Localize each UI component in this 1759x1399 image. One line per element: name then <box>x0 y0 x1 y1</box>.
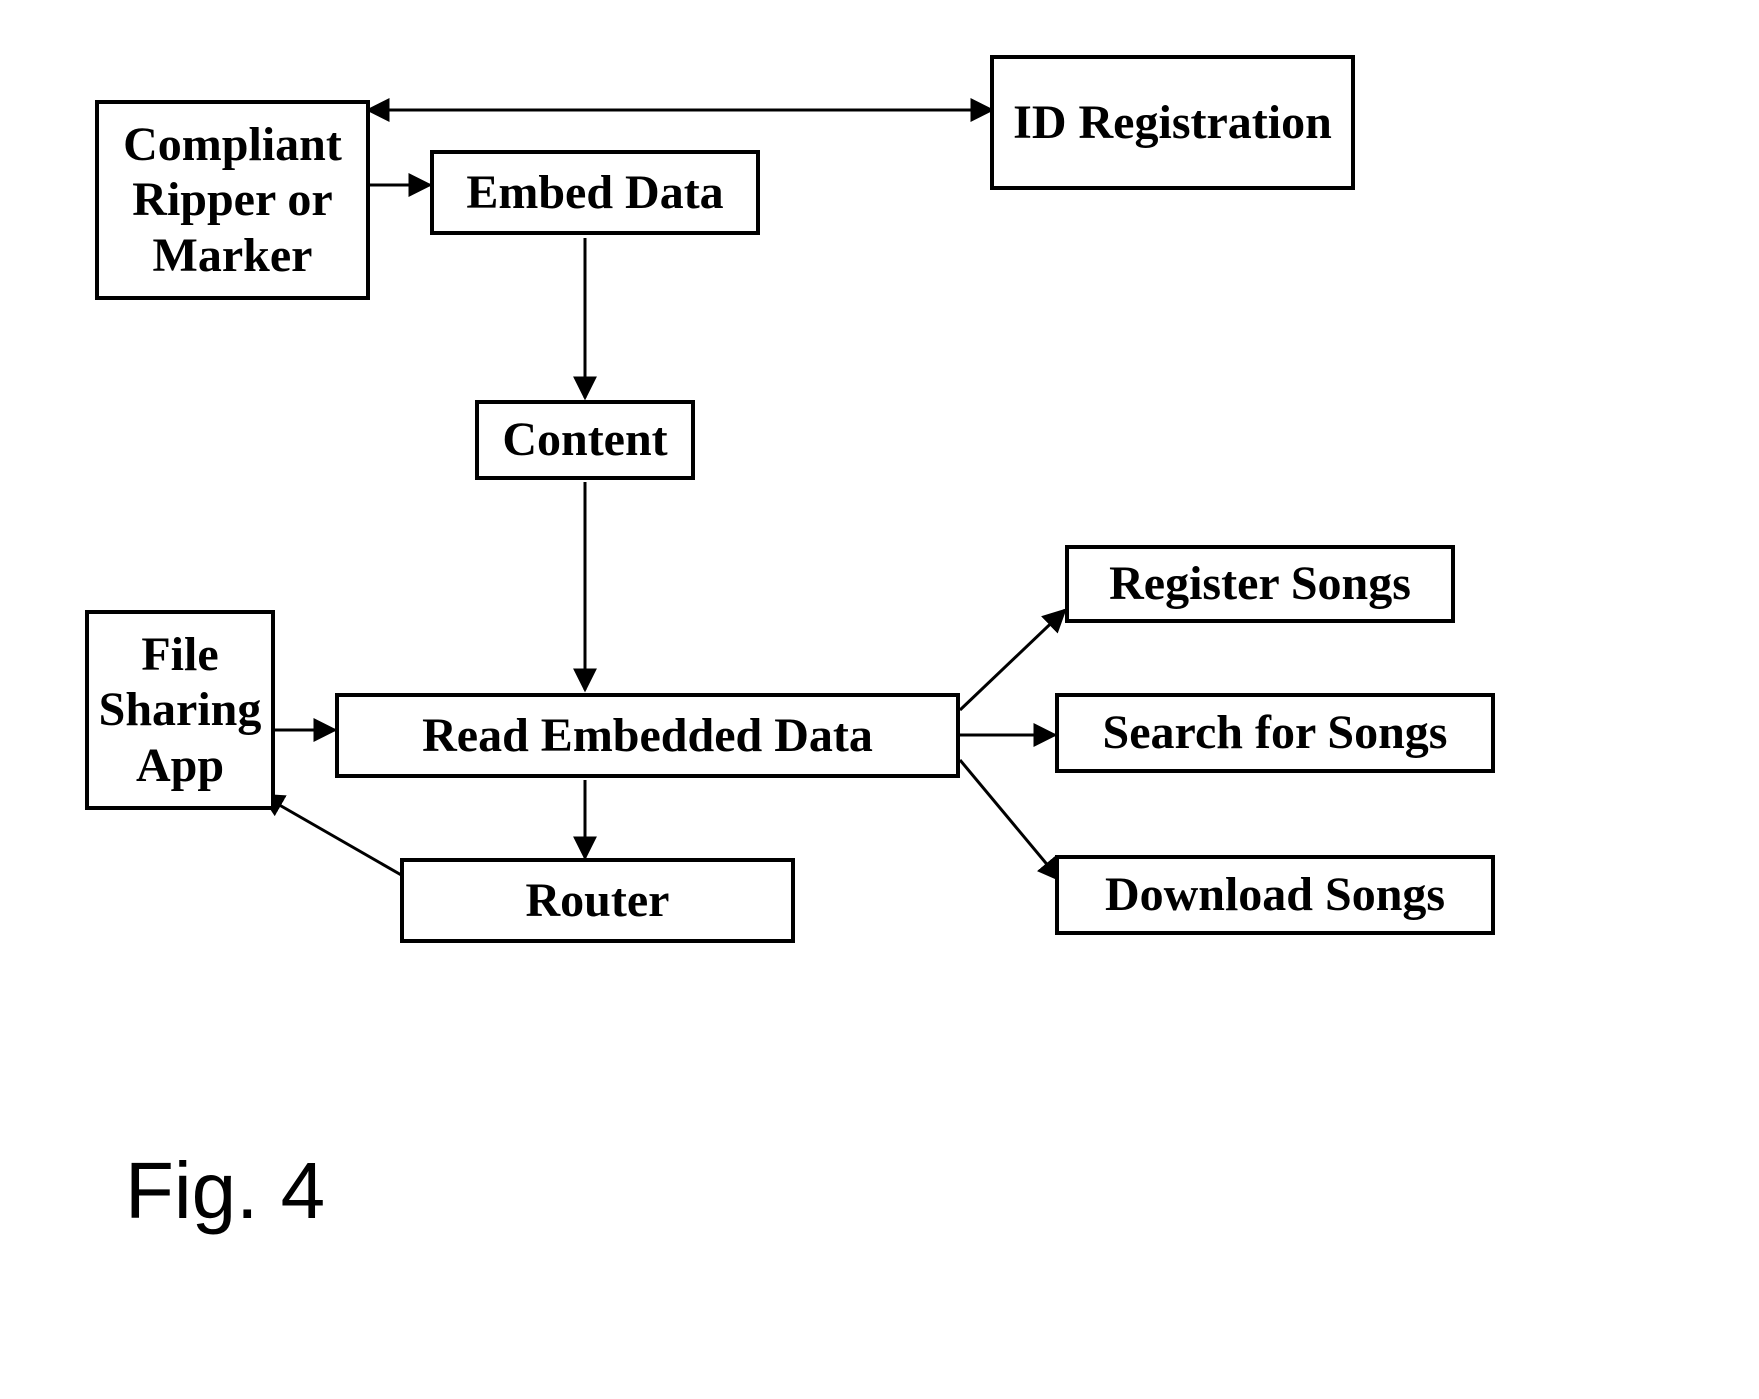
node-download-songs: Download Songs <box>1055 855 1495 935</box>
figure-caption: Fig. 4 <box>125 1145 325 1237</box>
node-id-registration: ID Registration <box>990 55 1355 190</box>
node-read-embedded-data: Read Embedded Data <box>335 693 960 778</box>
node-content: Content <box>475 400 695 480</box>
node-search-songs: Search for Songs <box>1055 693 1495 773</box>
node-embed-data: Embed Data <box>430 150 760 235</box>
node-compliant-ripper: Compliant Ripper or Marker <box>95 100 370 300</box>
node-register-songs: Register Songs <box>1065 545 1455 623</box>
node-router: Router <box>400 858 795 943</box>
node-file-sharing-app: File Sharing App <box>85 610 275 810</box>
diagram-canvas: Compliant Ripper or Marker ID Registrati… <box>0 0 1759 1399</box>
